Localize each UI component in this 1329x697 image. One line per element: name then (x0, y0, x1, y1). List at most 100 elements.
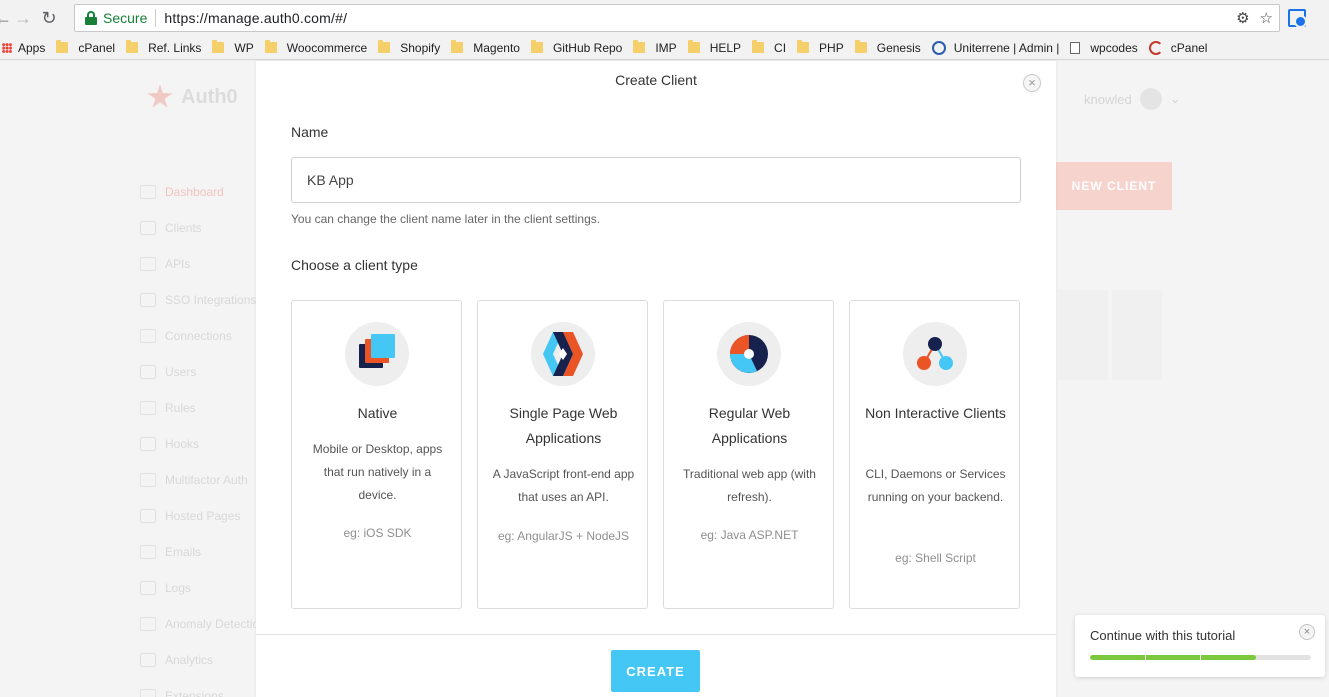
sso-icon (140, 293, 156, 307)
folder-icon (56, 40, 69, 53)
bookmark-item[interactable]: HELP (687, 40, 741, 55)
bookmark-item[interactable]: wpcodes (1070, 41, 1138, 55)
cpanel-icon (1148, 40, 1163, 55)
bookmark-item[interactable]: IMP (633, 40, 677, 55)
sidebar-item-label: Hooks (165, 437, 200, 451)
regular-web-icon (717, 322, 781, 386)
logo-text: Auth0 (181, 85, 238, 108)
sidebar-item-label: Hosted Pages (165, 509, 241, 523)
create-button[interactable]: CREATE (611, 650, 700, 692)
client-type-card-spa[interactable]: Single Page Web Applications A JavaScrip… (477, 300, 648, 609)
bookmark-item[interactable]: cPanel (1148, 40, 1208, 55)
client-type-card-native[interactable]: Native Mobile or Desktop, apps that run … (291, 300, 462, 609)
bookmark-item[interactable]: Ref. Links (126, 40, 201, 55)
new-client-button: NEW CLIENT (1056, 162, 1172, 210)
sidebar-menu: Dashboard Clients APIs SSO Integrations Conn… (140, 174, 266, 697)
sidebar-item-label: Connections (165, 329, 232, 343)
bookmark-item[interactable]: Apps (0, 41, 45, 55)
lock-icon (85, 11, 97, 25)
modal-footer-divider (256, 634, 1056, 635)
client-name-input[interactable] (291, 157, 1021, 203)
extensions-icon (140, 689, 156, 697)
progress-segment (1145, 655, 1146, 660)
sidebar-item-label: Anomaly Detection (165, 617, 266, 631)
doc-icon (1070, 41, 1081, 54)
sidebar-item-label: Emails (165, 545, 202, 559)
card-description: Traditional web app (with refresh). (683, 467, 816, 504)
card-description: Mobile or Desktop, apps that run nativel… (312, 442, 443, 502)
back-arrow-icon[interactable]: ← (0, 5, 12, 31)
tutorial-text[interactable]: Continue with this tutorial (1090, 628, 1235, 643)
sidebar-item-label: SSO Integrations (165, 293, 257, 307)
progress-fill (1090, 655, 1256, 660)
bookmark-label: Uniterrene | Admin | (953, 40, 1060, 55)
user-name: knowled (1084, 91, 1132, 107)
folder-icon (451, 40, 464, 53)
sidebar-item-label: Multifactor Auth (165, 473, 248, 487)
bookmark-label: IMP (655, 40, 677, 55)
native-icon (345, 322, 409, 386)
sidebar-item: Rules (140, 390, 266, 426)
folder-icon (530, 40, 543, 53)
name-label: Name (291, 124, 329, 140)
client-type-card-non-interactive[interactable]: Non Interactive Clients CLI, Daemons or … (849, 300, 1020, 609)
connections-icon (140, 329, 156, 343)
auth0-star-icon (147, 84, 173, 108)
apps-icon (2, 42, 12, 53)
secure-label: Secure (103, 10, 148, 26)
sidebar-item-label: Rules (165, 401, 196, 415)
folder-icon (854, 40, 867, 53)
modal-title: Create Client (615, 72, 697, 88)
forward-arrow-icon[interactable]: → (10, 5, 36, 31)
folder-icon (687, 40, 700, 53)
bookmark-item[interactable]: Uniterrene | Admin | (931, 40, 1060, 55)
folder-icon (212, 40, 225, 53)
apis-icon (140, 257, 156, 271)
bookmark-label: Genesis (876, 40, 921, 55)
sidebar-item: Clients (140, 210, 266, 246)
bookmark-item[interactable]: Shopify (378, 40, 440, 55)
bookmark-item[interactable]: GitHub Repo (530, 40, 622, 55)
sidebar-item: Multifactor Auth (140, 462, 266, 498)
sidebar-item-label: Users (165, 365, 197, 379)
bookmark-item[interactable]: CI (752, 40, 787, 55)
tutorial-toast: Continue with this tutorial × (1075, 615, 1325, 677)
sidebar-item: Extensions (140, 678, 266, 697)
bookmark-item[interactable]: PHP (797, 40, 844, 55)
address-bar[interactable]: Secure https://manage.auth0.com/#/ ⚙ ☆ (74, 4, 1280, 32)
folder-icon (797, 40, 810, 53)
globe-icon (931, 40, 946, 55)
key-icon[interactable]: ⚙ (1236, 9, 1249, 27)
close-icon[interactable]: × (1023, 74, 1041, 92)
clients-icon (140, 221, 156, 235)
auth0-logo: Auth0 (147, 84, 238, 110)
sidebar-item-label: Analytics (165, 653, 214, 667)
sidebar-item: Emails (140, 534, 266, 570)
client-type-card-regular-web[interactable]: Regular Web Applications Traditional web… (663, 300, 834, 609)
bookmark-item[interactable]: Genesis (854, 40, 921, 55)
sidebar-item: APIs (140, 246, 266, 282)
card-description: CLI, Daemons or Services running on your… (865, 467, 1006, 504)
bookmark-label: PHP (819, 40, 844, 55)
extension-icon[interactable] (1288, 9, 1307, 28)
mfa-icon (140, 473, 156, 487)
close-icon[interactable]: × (1299, 624, 1315, 640)
bookmark-label: cPanel (1170, 40, 1208, 55)
bookmark-item[interactable]: Magento (451, 40, 520, 55)
bookmark-label: CI (774, 40, 787, 55)
bookmark-label: Magento (473, 40, 520, 55)
star-icon[interactable]: ☆ (1260, 9, 1273, 27)
sidebar-item-label: Clients (165, 221, 202, 235)
bookmark-item[interactable]: cPanel (56, 40, 115, 55)
bookmark-label: Woocommerce (286, 40, 368, 55)
sidebar-item: Hosted Pages (140, 498, 266, 534)
reload-icon[interactable]: ↻ (36, 5, 62, 31)
card-description: A JavaScript front-end app that uses an … (492, 467, 635, 504)
hooks-icon (140, 437, 156, 451)
bookmark-item[interactable]: Woocommerce (264, 40, 368, 55)
bookmark-item[interactable]: WP (212, 40, 254, 55)
url-text[interactable]: https://manage.auth0.com/#/ (164, 10, 347, 26)
address-separator (155, 9, 157, 27)
folder-icon (633, 40, 646, 53)
analytics-icon (140, 653, 156, 667)
